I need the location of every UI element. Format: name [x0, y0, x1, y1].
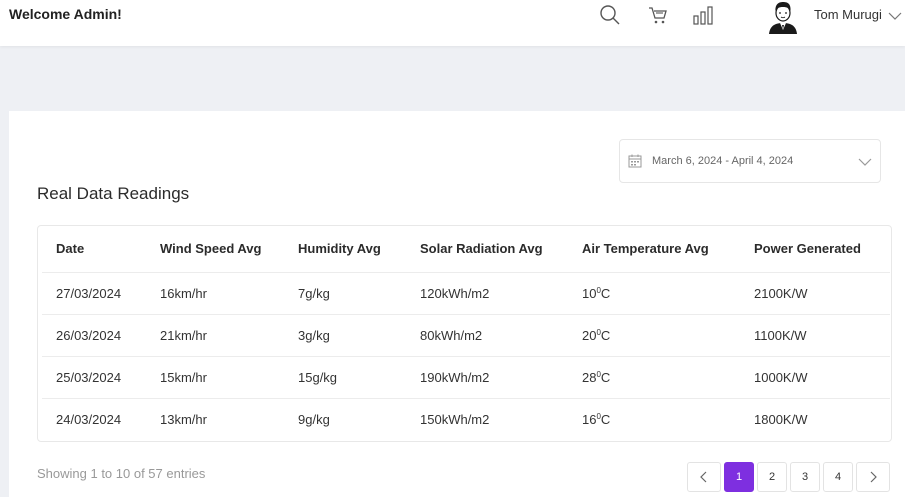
- readings-table: Date Wind Speed Avg Humidity Avg Solar R…: [37, 225, 892, 442]
- page-button-3[interactable]: 3: [790, 462, 820, 492]
- section-title: Real Data Readings: [37, 184, 190, 203]
- chevron-left-icon: [700, 471, 707, 483]
- cell-solar-radiation: 80kWh/m2: [406, 314, 568, 357]
- cell-air-temperature: 200C: [568, 314, 740, 357]
- column-header-power-generated[interactable]: Power Generated: [740, 226, 890, 273]
- table-row: 25/03/2024 15km/hr 15g/kg 190kWh/m2 280C…: [42, 356, 890, 399]
- cell-wind-speed: 13km/hr: [160, 411, 207, 427]
- cell-air-temperature: 100C: [568, 272, 740, 315]
- cell-solar-radiation: 150kWh/m2: [420, 411, 490, 427]
- page-button-1[interactable]: 1: [724, 462, 754, 492]
- cell-power-generated: 2100K/W: [740, 272, 890, 315]
- column-header-air-temperature[interactable]: Air Temperature Avg: [568, 226, 740, 273]
- table-row: 24/03/2024 13km/hr 9g/kg 150kWh/m2 160C …: [42, 398, 890, 440]
- cell-power-generated: 1800K/W: [754, 411, 808, 427]
- cell-air-temperature: 280C: [568, 356, 740, 399]
- search-icon[interactable]: [597, 2, 623, 28]
- next-page-button[interactable]: [856, 462, 890, 492]
- cell-power-generated: 1000K/W: [740, 356, 890, 399]
- table-header-row: Date Wind Speed Avg Humidity Avg Solar R…: [42, 226, 890, 273]
- column-header-wind-speed[interactable]: Wind Speed Avg: [146, 226, 284, 273]
- column-header-date[interactable]: Date: [42, 226, 146, 273]
- prev-page-button[interactable]: [687, 462, 721, 492]
- cell-solar-radiation: 190kWh/m2: [406, 356, 568, 399]
- cell-humidity: 3g/kg: [284, 314, 406, 357]
- top-bar: Welcome Admin! Tom Murugi: [0, 0, 905, 46]
- user-name[interactable]: Tom Murugi: [814, 7, 882, 22]
- chevron-down-icon[interactable]: [888, 9, 902, 21]
- cell-wind-speed: 21km/hr: [146, 314, 284, 357]
- cell-humidity: 15g/kg: [284, 356, 406, 399]
- pagination: 1 2 3 4: [687, 462, 890, 492]
- chart-icon[interactable]: [690, 2, 716, 28]
- cell-air-temperature: 160C: [582, 411, 611, 427]
- cell-date: 27/03/2024: [42, 272, 146, 315]
- cart-icon[interactable]: [645, 2, 671, 28]
- cell-date: 25/03/2024: [42, 356, 146, 399]
- avatar[interactable]: [766, 0, 800, 34]
- chevron-right-icon: [870, 471, 877, 483]
- cell-wind-speed: 16km/hr: [146, 272, 284, 315]
- date-range-text: March 6, 2024 - April 4, 2024: [652, 155, 794, 167]
- column-header-solar-radiation[interactable]: Solar Radiation Avg: [406, 226, 568, 273]
- readings-card: March 6, 2024 - April 4, 2024 Real Data …: [9, 111, 905, 497]
- entries-info: Showing 1 to 10 of 57 entries: [37, 466, 206, 481]
- cell-wind-speed: 15km/hr: [146, 356, 284, 399]
- page-button-4[interactable]: 4: [823, 462, 853, 492]
- cell-humidity: 9g/kg: [298, 411, 330, 427]
- cell-date: 26/03/2024: [42, 314, 146, 357]
- welcome-text: Welcome Admin!: [9, 6, 122, 22]
- page-button-2[interactable]: 2: [757, 462, 787, 492]
- date-range-picker[interactable]: March 6, 2024 - April 4, 2024: [619, 139, 881, 183]
- cell-humidity: 7g/kg: [284, 272, 406, 315]
- chevron-down-icon: [858, 155, 872, 167]
- column-header-humidity[interactable]: Humidity Avg: [284, 226, 406, 273]
- calendar-icon: [628, 154, 642, 168]
- cell-power-generated: 1100K/W: [740, 314, 890, 357]
- cell-date: 24/03/2024: [56, 411, 122, 427]
- table-row: 26/03/2024 21km/hr 3g/kg 80kWh/m2 200C 1…: [42, 314, 890, 357]
- table-row: 27/03/2024 16km/hr 7g/kg 120kWh/m2 100C …: [42, 272, 890, 315]
- cell-solar-radiation: 120kWh/m2: [406, 272, 568, 315]
